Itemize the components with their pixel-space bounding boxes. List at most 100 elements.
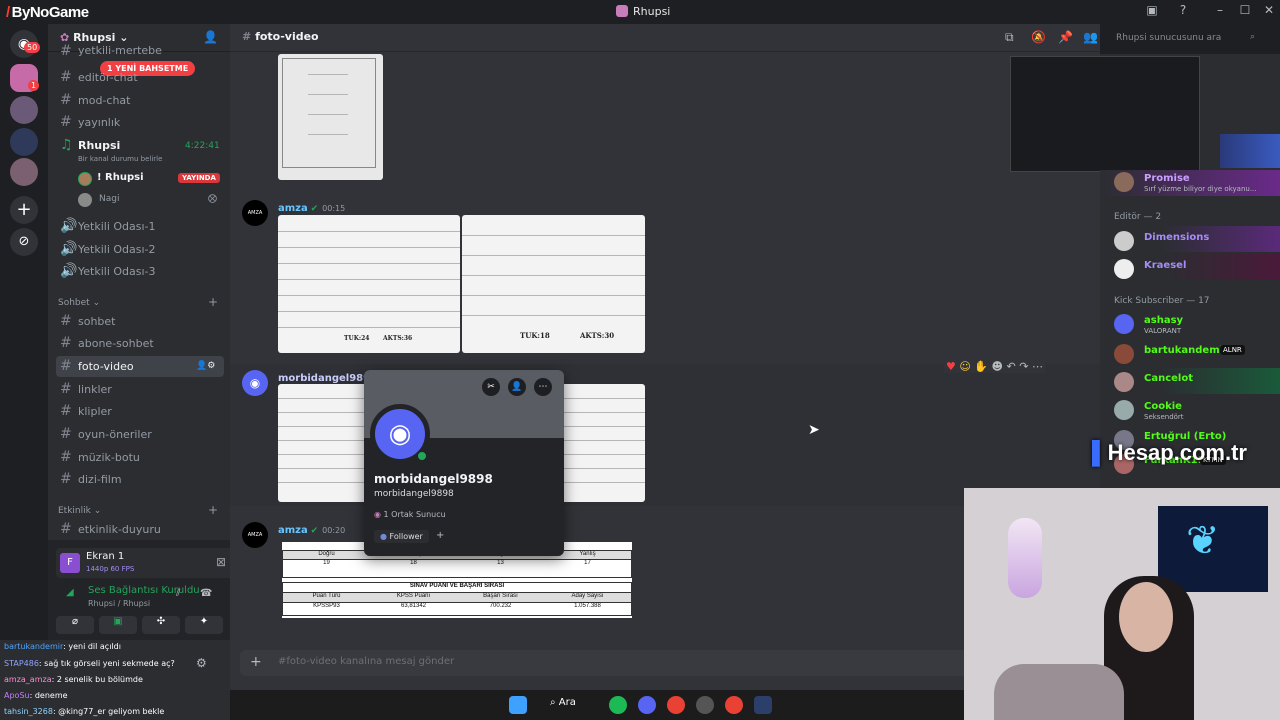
- voice-panel: F Ekran 1 1440p 60 FPS ⊠ ◢ Ses Bağlantıs…: [48, 540, 234, 640]
- connection-location[interactable]: Rhupsi / Rhupsi: [88, 599, 150, 608]
- voice-member-name[interactable]: Nagi: [99, 194, 119, 204]
- add-attachment-icon[interactable]: +: [250, 654, 262, 670]
- server-4[interactable]: [10, 158, 38, 186]
- search-input[interactable]: Rhupsi sunucusunu ara ⌕: [1110, 30, 1260, 48]
- category-etkinlik[interactable]: Etkinlik ⌄: [58, 506, 101, 516]
- channel-etkinlik-duyuru[interactable]: # etkinlik-duyuru: [56, 519, 224, 540]
- more-icon[interactable]: ⋯: [534, 378, 552, 396]
- soundboard-icon[interactable]: ✦: [185, 616, 223, 634]
- add-member-icon[interactable]: 👤: [203, 30, 218, 44]
- discord-icon[interactable]: [638, 696, 656, 714]
- voice-member-name[interactable]: ! Rhupsi: [97, 172, 144, 183]
- add-channel-icon[interactable]: +: [208, 295, 218, 309]
- stream-preview[interactable]: F Ekran 1 1440p 60 FPS ⊠: [56, 548, 234, 578]
- noise-icon[interactable]: ⫽: [176, 588, 180, 599]
- reply-icon[interactable]: ↶: [1007, 360, 1016, 373]
- server-badge: 1: [28, 80, 40, 91]
- camera-off-icon[interactable]: ⌀: [56, 616, 94, 634]
- disconnect-icon[interactable]: ☎: [200, 588, 212, 599]
- avatar: [78, 193, 92, 207]
- channel-linkler[interactable]: # linkler: [56, 379, 224, 400]
- explore-icon[interactable]: ⊘: [10, 228, 38, 256]
- chrome-profile-icon[interactable]: [725, 696, 743, 714]
- channel-yetkili-mertebe[interactable]: # yetkili-mertebe: [56, 44, 224, 58]
- stop-stream-icon[interactable]: ⊠: [216, 555, 226, 569]
- app-icon[interactable]: [754, 696, 772, 714]
- discord-avatar-icon[interactable]: ◉: [242, 370, 268, 396]
- channel-oyun-oneriler[interactable]: # oyun-öneriler: [56, 424, 224, 445]
- message-header: amza ✔ 00:20: [278, 525, 346, 536]
- channel-dizi-film[interactable]: # dizi-film: [56, 469, 224, 490]
- forward-icon[interactable]: ↷: [1019, 360, 1028, 373]
- channel-foto-video[interactable]: # foto-video 👤⚙: [56, 356, 224, 377]
- butterfly-icon: ❦: [1186, 518, 1220, 564]
- streamer-face: [1119, 582, 1173, 652]
- threads-icon[interactable]: ⧉: [1005, 30, 1014, 45]
- role-badge[interactable]: ● Follower: [374, 530, 429, 543]
- channel-muzik-botu[interactable]: # müzik-botu: [56, 447, 224, 468]
- server-name: Rhupsi: [73, 31, 116, 44]
- attachment-image[interactable]: TUK:18 AKTS:30: [462, 215, 645, 353]
- profile-display-name: morbidangel9898: [374, 472, 493, 486]
- attachment-image[interactable]: [278, 54, 383, 180]
- add-reaction-icon[interactable]: ☻: [992, 360, 1003, 373]
- webcam-overlay: ❦: [964, 488, 1280, 720]
- clap-icon[interactable]: ✋: [974, 360, 988, 373]
- pin-icon[interactable]: 📌: [1058, 30, 1073, 44]
- message-author: amza: [278, 525, 308, 536]
- channel-status-hint[interactable]: Bir kanal durumu belirle: [78, 155, 162, 163]
- settings-icon[interactable]: ⚙: [196, 656, 207, 670]
- add-friend-icon[interactable]: 👤: [508, 378, 526, 396]
- watermark-logo: ▌Hesap.com.tr: [1092, 440, 1247, 465]
- channel-title: foto-video: [255, 30, 319, 43]
- minimize-button[interactable]: –: [1210, 3, 1230, 21]
- category-editor: Editör — 2: [1114, 212, 1162, 222]
- mutual-servers[interactable]: ◉ 1 Ortak Sunucu: [374, 510, 446, 519]
- voice-room-2[interactable]: 🔊 Yetkili Odası-2: [56, 239, 224, 260]
- server-list: ◉ 50 1 + ⊘: [0, 24, 48, 640]
- help-icon[interactable]: ?: [1173, 3, 1193, 21]
- add-channel-icon[interactable]: +: [208, 503, 218, 517]
- message-input[interactable]: + #foto-video kanalına mesaj gönder: [240, 650, 1090, 676]
- channel-sohbet[interactable]: # sohbet: [56, 311, 224, 332]
- taskbar-search[interactable]: ⌕ Ara: [550, 697, 576, 708]
- voice-room-1[interactable]: 🔊 Yetkili Odası-1: [56, 216, 224, 237]
- channel-mod-chat[interactable]: # mod-chat: [56, 90, 224, 111]
- more-icon[interactable]: ⋯: [1032, 360, 1043, 373]
- stream-thumbnail[interactable]: [1010, 56, 1200, 172]
- server-2[interactable]: [10, 96, 38, 124]
- voice-icon[interactable]: ✂: [482, 378, 500, 396]
- avatar[interactable]: AMZA: [242, 200, 268, 226]
- attachment-image[interactable]: TUK:24 AKTS:36: [278, 215, 460, 353]
- maximize-button[interactable]: ☐: [1235, 3, 1255, 21]
- profile-username[interactable]: morbidangel9898: [374, 489, 454, 499]
- spotify-icon[interactable]: [609, 696, 627, 714]
- category-sohbet[interactable]: Sohbet ⌄: [58, 298, 100, 308]
- mute-icon[interactable]: 🔕: [1031, 30, 1046, 44]
- message-time: 00:20: [322, 526, 346, 535]
- heart-icon[interactable]: ♥: [946, 360, 956, 373]
- channel-abone-sohbet[interactable]: # abone-sohbet: [56, 333, 224, 354]
- invite-icon: 👤⚙: [196, 361, 216, 371]
- channel-yayinlik[interactable]: # yayınlık: [56, 112, 224, 133]
- server-3[interactable]: [10, 128, 38, 156]
- add-role-icon[interactable]: +: [436, 530, 444, 541]
- members-icon[interactable]: 👥: [1083, 30, 1098, 44]
- app-icon[interactable]: [696, 696, 714, 714]
- channel-editor-chat[interactable]: # editör-chat: [56, 67, 224, 88]
- avatar: [78, 172, 92, 186]
- voice-room-3[interactable]: 🔊 Yetkili Odası-3: [56, 261, 224, 282]
- inbox-icon[interactable]: ▣: [1142, 3, 1162, 21]
- window-title: Rhupsi: [616, 5, 670, 18]
- close-button[interactable]: ✕: [1259, 3, 1279, 21]
- connection-status[interactable]: Ses Bağlantısı Kuruldu: [88, 585, 200, 596]
- avatar[interactable]: AMZA: [242, 522, 268, 548]
- channel-klipler[interactable]: # klipler: [56, 401, 224, 422]
- activities-icon[interactable]: ✣: [142, 616, 180, 634]
- add-server-icon[interactable]: +: [10, 196, 38, 224]
- windows-start-icon[interactable]: [509, 696, 527, 714]
- laugh-icon[interactable]: ☺: [959, 360, 970, 373]
- screen-share-icon[interactable]: ▣: [99, 616, 137, 634]
- title-bar: / ByNoGame Rhupsi ▣ ? – ☐ ✕: [0, 0, 1280, 24]
- chrome-icon[interactable]: [667, 696, 685, 714]
